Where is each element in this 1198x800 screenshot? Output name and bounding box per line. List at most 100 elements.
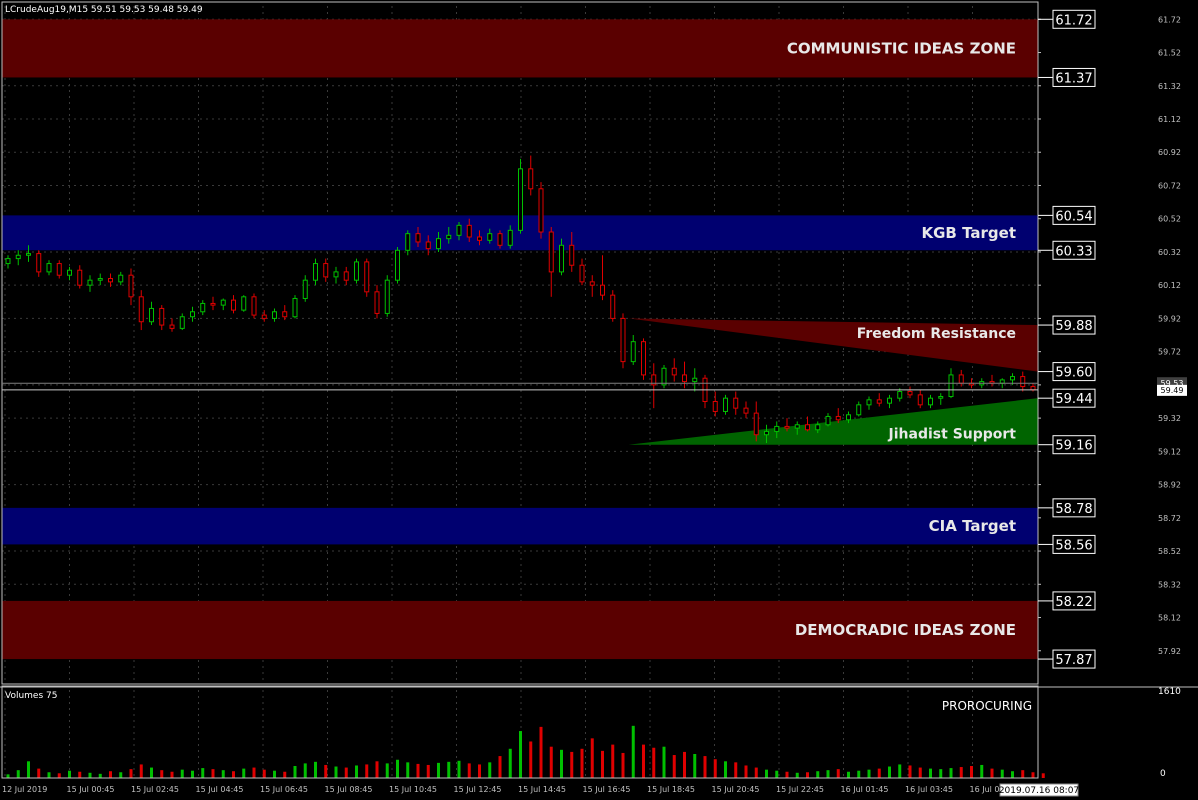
candle-body (231, 299, 236, 311)
price-tick-label: 60.52 (1158, 215, 1181, 224)
time-tick-label: 15 Jul 12:45 (454, 785, 502, 794)
time-tick-label: 15 Jul 00:45 (67, 785, 115, 794)
volume-watermark: PROROCURING (942, 699, 1032, 713)
price-tick-label: 58.92 (1158, 481, 1181, 490)
candle-body (466, 224, 472, 238)
candle-body (395, 249, 400, 281)
candle-body (282, 311, 288, 318)
price-tick-label: 60.32 (1158, 248, 1181, 257)
zone-label: COMMUNISTIC IDEAS ZONE (787, 39, 1016, 57)
level-label: 57.87 (1055, 653, 1092, 668)
zone-label: KGB Target (922, 224, 1017, 242)
candle-body (825, 415, 831, 426)
price-tick-label: 58.32 (1158, 580, 1181, 589)
candle-body (108, 278, 113, 283)
candle-body (36, 253, 42, 273)
candle-body (333, 271, 339, 278)
candle-body (518, 168, 523, 231)
time-tick-label: 15 Jul 10:45 (389, 785, 437, 794)
candle-body (46, 263, 52, 273)
candle-body (15, 254, 21, 260)
candle-body (477, 236, 482, 241)
price-tick-label: 61.12 (1158, 115, 1181, 124)
triangle-label: Jihadist Support (888, 427, 1017, 443)
candle-body (794, 424, 800, 429)
price-tick-label: 58.52 (1158, 547, 1181, 556)
price-tick-label: 61.32 (1158, 82, 1181, 91)
candle-body (805, 424, 810, 431)
level-label: 58.22 (1055, 595, 1092, 610)
candle-body (1010, 376, 1015, 381)
level-label: 60.33 (1055, 244, 1092, 259)
candle-body (733, 397, 739, 409)
candle-body (835, 415, 841, 421)
candle-body (630, 341, 636, 363)
volume-max-label: 1610 (1158, 687, 1181, 697)
candle-body (200, 302, 206, 313)
candle-body (764, 430, 769, 436)
level-label: 59.16 (1055, 439, 1092, 454)
candle-body (210, 302, 216, 306)
candle-body (343, 271, 349, 281)
candle-body (938, 396, 944, 399)
candle-body (723, 397, 728, 412)
level-label: 58.56 (1055, 538, 1092, 553)
price-tick-label: 61.52 (1158, 49, 1181, 58)
current-time-label: 2019.07.16 08:07 (999, 786, 1079, 796)
candle-body (251, 296, 257, 316)
candle-body (887, 397, 892, 404)
candle-body (190, 311, 195, 318)
candle-body (692, 377, 698, 383)
price-tick-label: 59.32 (1158, 414, 1181, 423)
level-label: 61.37 (1055, 71, 1092, 86)
candle-body (456, 224, 462, 236)
level-label: 59.88 (1055, 319, 1092, 334)
candle-body (569, 244, 575, 266)
time-tick-label: 16 Jul 03:45 (905, 785, 953, 794)
candle-body (846, 414, 851, 421)
candle-body (149, 307, 154, 323)
candle-body (548, 231, 554, 273)
candle-body (26, 253, 31, 256)
price-tick-label: 58.72 (1158, 514, 1181, 523)
price-tick-label: 58.12 (1158, 614, 1181, 623)
candle-body (384, 279, 390, 314)
time-tick-label: 15 Jul 18:45 (647, 785, 695, 794)
price-chart[interactable]: COMMUNISTIC IDEAS ZONE KGB Target CIA Targ… (0, 0, 1198, 800)
level-label: 61.72 (1055, 13, 1092, 28)
candle-body (261, 314, 267, 319)
candle-body (415, 233, 421, 243)
level-label: 59.60 (1055, 366, 1092, 381)
candle-body (579, 264, 585, 283)
candle-body (220, 299, 226, 306)
candle-body (897, 391, 903, 399)
time-tick-label: 15 Jul 16:45 (583, 785, 631, 794)
price-tick-label: 60.72 (1158, 181, 1181, 190)
level-label: 59.44 (1055, 392, 1092, 407)
candle-body (241, 296, 247, 311)
time-tick-label: 15 Jul 06:45 (260, 785, 308, 794)
candle-body (77, 269, 83, 286)
price-tick-label: 59.12 (1158, 447, 1181, 456)
price-tick-label: 61.72 (1158, 15, 1181, 24)
candle-body (784, 425, 790, 429)
zone-band (2, 507, 1038, 545)
time-tick-label: 15 Jul 14:45 (518, 785, 566, 794)
candle-body (436, 238, 441, 250)
time-tick-label: 15 Jul 04:45 (196, 785, 244, 794)
candle-body (620, 317, 626, 363)
candle-body (928, 397, 933, 406)
candle-body (661, 367, 667, 386)
level-label: 58.78 (1055, 502, 1092, 517)
candle-body (958, 374, 964, 384)
candle-body (67, 269, 72, 276)
candle-body (856, 404, 862, 416)
triangle-label: Freedom Resistance (857, 326, 1016, 342)
time-tick-label: 15 Jul 02:45 (131, 785, 179, 794)
candle-body (5, 258, 11, 265)
zone-label: CIA Target (929, 517, 1016, 535)
candle-body (528, 168, 534, 190)
candle-body (56, 263, 62, 276)
candle-body (87, 279, 93, 286)
candle-body (425, 241, 431, 250)
